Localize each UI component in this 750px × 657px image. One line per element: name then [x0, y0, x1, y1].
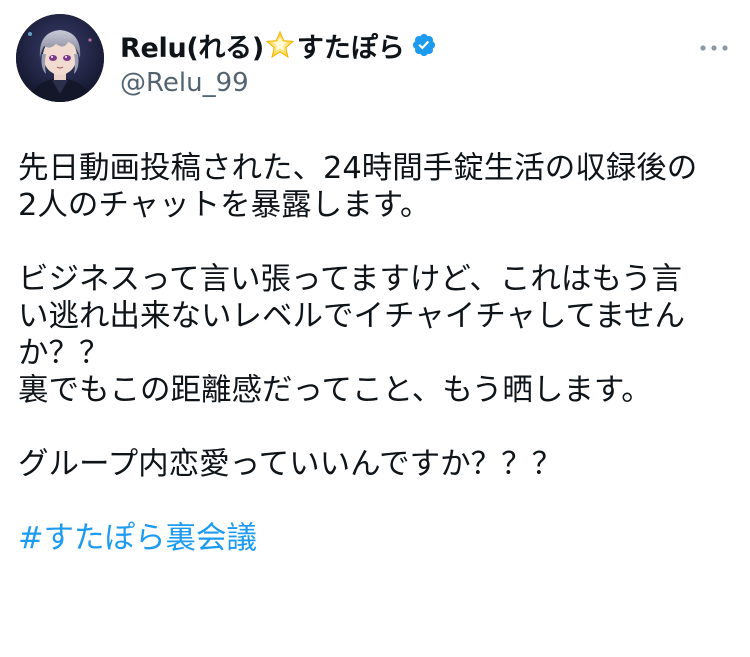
tweet-text-line: 2人のチャットを暴露します。	[18, 188, 431, 223]
tweet-text-line: ビジネスって言い張ってますけど、これはもう言	[18, 262, 682, 297]
author-handle[interactable]: @Relu_99	[120, 68, 249, 98]
tweet-text-line: か？？	[18, 336, 110, 371]
hashtag-link[interactable]: #すたぽら裏会議	[18, 521, 257, 556]
more-horizontal-icon	[700, 45, 728, 51]
verified-badge-icon	[411, 32, 437, 58]
avatar[interactable]	[16, 14, 104, 102]
more-button[interactable]	[696, 36, 732, 60]
tweet-header: Relu(れる) すたぽら @Relu_99	[16, 14, 734, 106]
tweet: Relu(れる) すたぽら @Relu_99 先日動画投稿された、24時間手錠生…	[0, 0, 750, 657]
tweet-text-line: い逃れ出来ないレベルでイチャイチャしてません	[18, 299, 686, 334]
author-name-row[interactable]: Relu(れる) すたぽら	[120, 26, 437, 64]
tweet-text: 先日動画投稿された、24時間手錠生活の収録後の 2人のチャットを暴露します。 ビ…	[18, 150, 733, 557]
tweet-text-line: 裏でもこの距離感だってこと、もう晒します。	[18, 373, 652, 408]
display-name[interactable]: Relu(れる)	[120, 26, 264, 65]
display-name-suffix[interactable]: すたぽら	[297, 26, 405, 65]
hashtag-line: #すたぽら裏会議	[18, 520, 733, 557]
tweet-text-line: 先日動画投稿された、24時間手錠生活の収録後の	[18, 151, 698, 186]
star-icon	[265, 30, 295, 60]
avatar-image	[16, 14, 104, 102]
tweet-text-line: グループ内恋愛っていいんですか？？？	[18, 447, 563, 482]
